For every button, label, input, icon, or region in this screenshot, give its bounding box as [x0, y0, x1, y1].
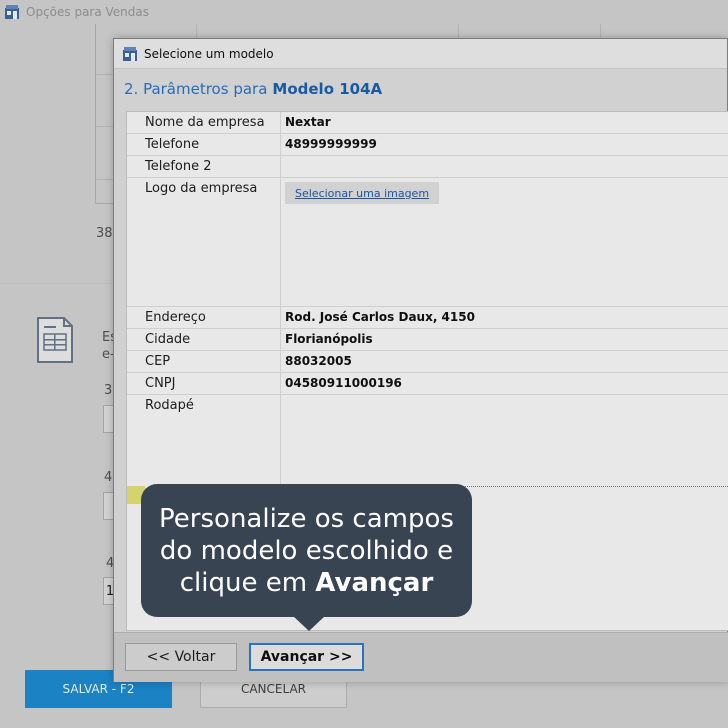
field-row-zip[interactable]: CEP 88032005 — [127, 351, 728, 373]
tooltip-text: clique em — [179, 567, 316, 598]
field-row-phone[interactable]: Telefone 48999999999 — [127, 134, 728, 156]
field-label: Telefone 2 — [145, 159, 212, 174]
tooltip-highlight: Avançar — [315, 567, 434, 598]
field-row-address[interactable]: Endereço Rod. José Carlos Daux, 4150 — [127, 307, 728, 329]
store-icon — [123, 46, 137, 61]
dialog-footer: << Voltar Avançar >> — [114, 632, 728, 682]
field-row-phone-2[interactable]: Telefone 2 — [127, 156, 728, 178]
field-label: Nome da empresa — [145, 115, 265, 130]
field-value[interactable]: 48999999999 — [285, 137, 377, 151]
step-label: 2. Parâmetros para — [124, 80, 268, 98]
step-header: 2. Parâmetros para Modelo 104A — [114, 69, 727, 109]
field-value[interactable]: Florianópolis — [285, 332, 373, 346]
field-value[interactable]: Nextar — [285, 115, 331, 129]
next-button[interactable]: Avançar >> — [249, 643, 364, 671]
field-row-company-name[interactable]: Nome da empresa Nextar — [127, 112, 728, 134]
field-label: Cidade — [145, 332, 191, 347]
field-row-company-logo: Logo da empresa Selecionar uma imagem — [127, 178, 728, 307]
tooltip-line: clique em Avançar — [180, 567, 434, 599]
instruction-tooltip: Personalize os campos do modelo escolhid… — [141, 484, 472, 617]
field-label: Telefone — [145, 137, 200, 152]
field-value[interactable]: 88032005 — [285, 354, 352, 368]
field-label: Rodapé — [145, 398, 194, 413]
store-icon — [5, 5, 19, 19]
field-value[interactable]: Rod. José Carlos Daux, 4150 — [285, 310, 475, 324]
field-row-cnpj[interactable]: CNPJ 04580911000196 — [127, 373, 728, 395]
field-label: Logo da empresa — [145, 181, 258, 196]
dialog-titlebar: Selecione um modelo — [114, 39, 727, 69]
field-label: CEP — [145, 354, 171, 369]
dialog-title: Selecione um modelo — [144, 46, 274, 61]
background-window-title: Opções para Vendas — [26, 5, 150, 19]
select-image-button[interactable]: Selecionar uma imagem — [285, 182, 440, 204]
field-value[interactable]: 04580911000196 — [285, 376, 402, 390]
field-row-city[interactable]: Cidade Florianópolis — [127, 329, 728, 351]
tooltip-line: Personalize os campos — [159, 503, 454, 534]
back-button[interactable]: << Voltar — [125, 643, 237, 671]
background-number: 38 — [96, 226, 113, 241]
field-label: Endereço — [145, 310, 206, 325]
tooltip-line: do modelo escolhido e — [159, 535, 454, 566]
field-label: CNPJ — [145, 376, 176, 391]
model-name: Modelo 104A — [272, 80, 383, 98]
tooltip-arrow — [293, 616, 325, 631]
background-titlebar: Opções para Vendas — [0, 0, 728, 24]
document-icon — [37, 317, 73, 363]
field-row-footer[interactable]: Rodapé — [127, 395, 728, 487]
